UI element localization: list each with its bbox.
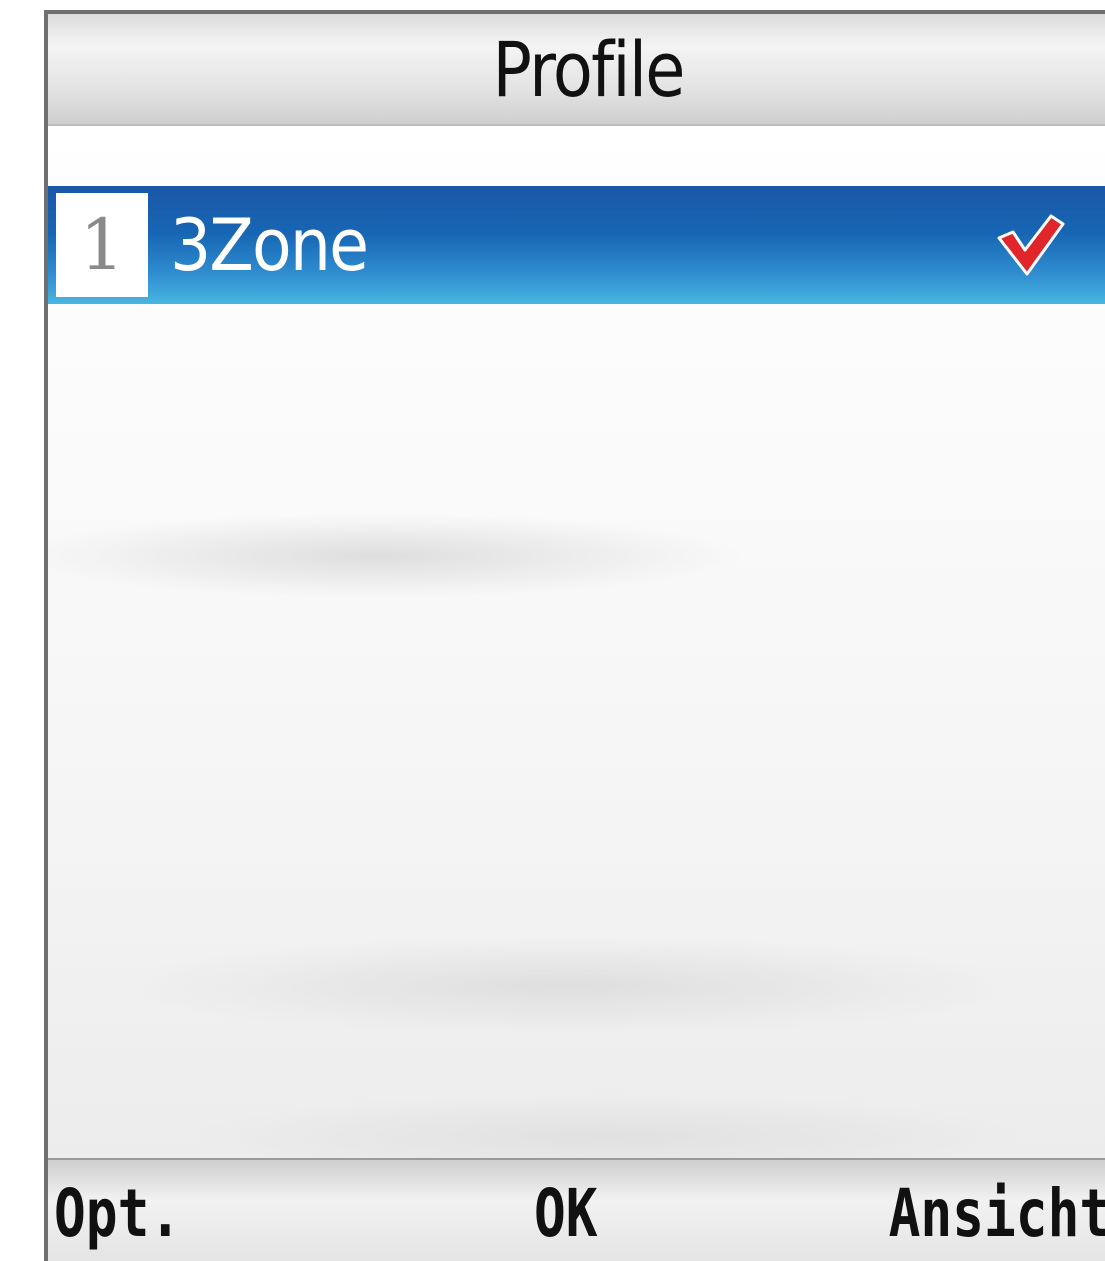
list-item-label: 3Zone (170, 203, 369, 287)
ok-softkey[interactable]: OK (534, 1174, 598, 1254)
profile-list: 1 3Zone (48, 126, 1105, 1162)
softkey-bar: Opt. OK Ansicht (48, 1158, 1105, 1261)
options-softkey[interactable]: Opt. (54, 1174, 181, 1254)
title-bar: Profile (48, 14, 1105, 126)
checkmark-icon (997, 214, 1065, 276)
page-title: Profile (492, 24, 686, 114)
view-softkey[interactable]: Ansicht (888, 1174, 1105, 1254)
list-item[interactable]: 1 3Zone (48, 186, 1105, 304)
phone-screen: Profile 1 3Zone Opt. OK Ansicht (44, 10, 1105, 1261)
list-item-number: 1 (56, 193, 148, 297)
